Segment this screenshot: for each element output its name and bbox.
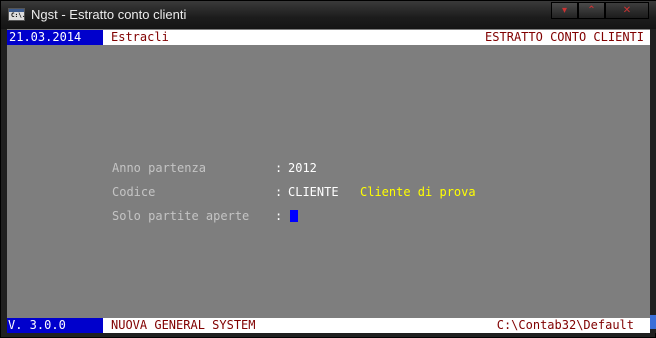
maximize-icon: ⌃ — [587, 5, 596, 16]
solo-partite-aperte-label: Solo partite aperte — [112, 209, 250, 223]
version-label: V. 3.0.0 — [7, 318, 103, 333]
solo-partite-aperte-field[interactable] — [290, 210, 298, 222]
scrollbar-thumb[interactable] — [650, 315, 656, 329]
minimize-button[interactable]: ▾ — [551, 2, 578, 19]
window-title: Ngst - Estratto conto clienti — [31, 7, 187, 22]
status-bar: V. 3.0.0 NUOVA GENERAL SYSTEM C:\Contab3… — [7, 318, 650, 333]
header-bar: 21.03.2014 Estracli ESTRATTO CONTO CLIEN… — [7, 30, 650, 45]
screen-title: ESTRATTO CONTO CLIENTI — [485, 30, 644, 44]
codice-description: Cliente di prova — [360, 185, 476, 199]
close-icon: ✕ — [622, 5, 632, 16]
header-date: 21.03.2014 — [7, 30, 103, 45]
minimize-icon: ▾ — [561, 5, 568, 16]
anno-partenza-label: Anno partenza — [112, 161, 206, 175]
solo-separator: : — [275, 209, 283, 223]
codice-label: Codice — [112, 185, 156, 199]
app-icon-text: C:\. — [11, 12, 26, 19]
data-path: C:\Contab32\Default — [496, 318, 634, 332]
anno-partenza-field[interactable]: 2012 — [288, 161, 317, 176]
window-controls: ▾ ⌃ ✕ — [551, 2, 649, 20]
codice-separator: : — [275, 185, 283, 199]
title-bar[interactable]: C:\. Ngst - Estratto conto clienti ▾ ⌃ ✕ — [1, 1, 656, 29]
maximize-button[interactable]: ⌃ — [578, 2, 605, 19]
anno-separator: : — [275, 161, 283, 175]
codice-field[interactable]: CLIENTE — [288, 185, 339, 200]
console-app-icon[interactable]: C:\. — [8, 8, 25, 21]
vertical-scrollbar[interactable] — [650, 29, 656, 333]
console-area[interactable]: 21.03.2014 Estracli ESTRATTO CONTO CLIEN… — [7, 29, 650, 333]
system-name: NUOVA GENERAL SYSTEM — [111, 318, 256, 332]
close-button[interactable]: ✕ — [605, 2, 649, 19]
program-name: Estracli — [111, 30, 169, 44]
console-window: C:\. Ngst - Estratto conto clienti ▾ ⌃ ✕… — [0, 0, 656, 338]
